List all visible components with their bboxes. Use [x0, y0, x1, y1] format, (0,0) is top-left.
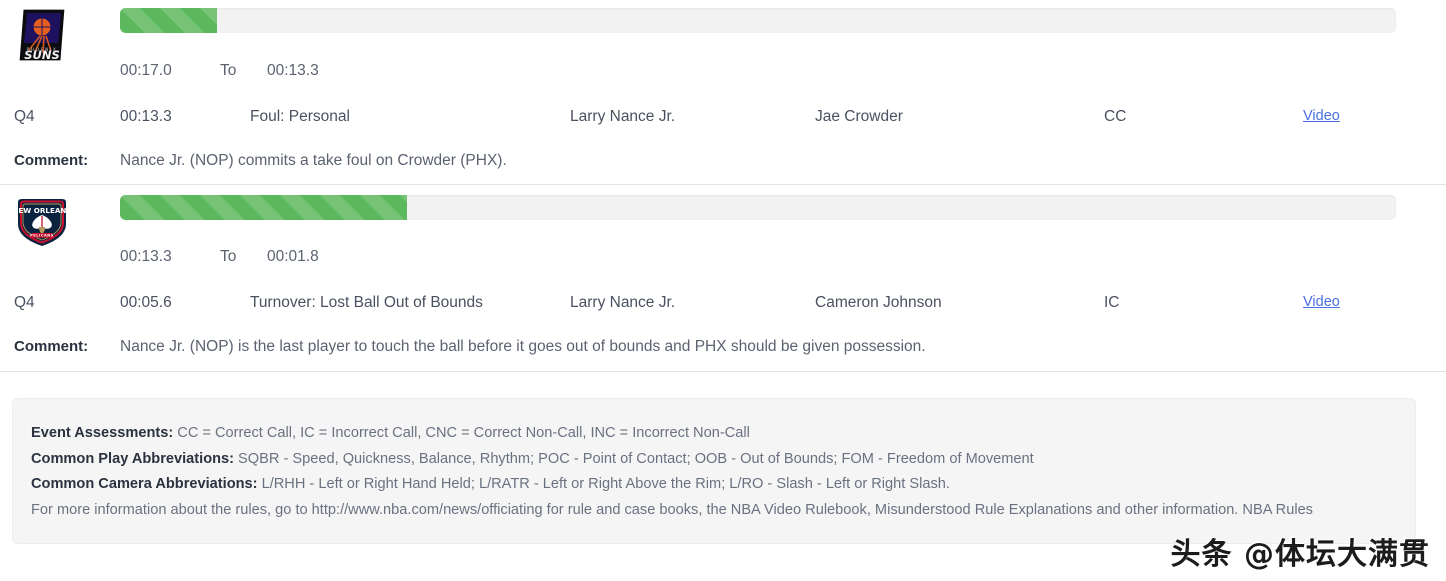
svg-text:NEW ORLEANS: NEW ORLEANS — [14, 206, 70, 215]
legend-more-information: For more information about the rules, go… — [31, 501, 1313, 518]
event-disadvantaged-player: Cameron Johnson — [815, 294, 942, 311]
event-committing-player: Larry Nance Jr. — [570, 294, 676, 311]
event-assessment: CC — [1104, 108, 1127, 125]
legend-play-abbreviations-label: Common Play Abbreviations: — [31, 450, 234, 467]
range-to-label: To — [220, 248, 237, 265]
progress-track — [120, 195, 1396, 220]
comment-label: Comment: — [14, 338, 89, 355]
watermark: 头条 @体坛大满贯 — [1170, 537, 1430, 572]
event-time-range-1: 00:17.0 To 00:13.3 — [120, 62, 319, 80]
event-time-range-2: 00:13.3 To 00:01.8 — [120, 248, 319, 266]
event-video-link[interactable]: Video — [1303, 294, 1340, 310]
legend-event-assessments-label: Event Assessments: — [31, 425, 174, 441]
event-time: 00:13.3 — [120, 108, 172, 125]
legend-event-assessments: Event Assessments: CC = Correct Call, IC… — [31, 421, 1397, 447]
range-to-label: To — [220, 62, 237, 79]
legend-camera-abbreviations-label: Common Camera Abbreviations: — [31, 476, 258, 492]
event-period: Q4 — [14, 108, 35, 125]
new-orleans-pelicans-logo: NEW ORLEANS PELICANS — [14, 199, 70, 246]
legend-camera-abbreviations-text: L/RHH - Left or Right Hand Held; L/RATR … — [257, 476, 950, 492]
legend-camera-abbreviations: Common Camera Abbreviations: L/RHH - Lef… — [31, 472, 1397, 498]
phoenix-suns-logo: PHOENIX SUNS — [18, 8, 66, 62]
event-timeline-bar-1 — [120, 8, 1396, 33]
progress-fill — [120, 195, 408, 220]
legend-event-assessments-text: CC = Correct Call, IC = Incorrect Call, … — [173, 425, 750, 441]
event-assessment: IC — [1104, 294, 1120, 311]
range-start: 00:13.3 — [120, 248, 172, 265]
event-call-type: Turnover: Lost Ball Out of Bounds — [250, 294, 483, 311]
progress-track — [120, 8, 1396, 33]
comment-text: Nance Jr. (NOP) commits a take foul on C… — [120, 152, 507, 169]
event-video-link[interactable]: Video — [1303, 108, 1340, 124]
progress-fill — [120, 8, 217, 33]
legend-panel: Event Assessments: CC = Correct Call, IC… — [12, 398, 1416, 544]
range-end: 00:01.8 — [267, 248, 319, 265]
event-divider-2 — [0, 371, 1446, 372]
legend-play-abbreviations: Common Play Abbreviations: SQBR - Speed,… — [31, 447, 1397, 473]
team-logo-new-orleans-pelicans: NEW ORLEANS PELICANS — [12, 196, 72, 248]
event-time: 00:05.6 — [120, 294, 172, 311]
event-timeline-bar-2 — [120, 195, 1396, 220]
event-divider-1 — [0, 184, 1446, 185]
event-disadvantaged-player: Jae Crowder — [815, 108, 903, 125]
comment-label: Comment: — [14, 152, 89, 169]
event-call-type: Foul: Personal — [250, 108, 350, 125]
event-period: Q4 — [14, 294, 35, 311]
comment-text: Nance Jr. (NOP) is the last player to to… — [120, 338, 926, 355]
range-start: 00:17.0 — [120, 62, 172, 79]
svg-text:PELICANS: PELICANS — [30, 234, 54, 238]
legend-play-abbreviations-text: SQBR - Speed, Quickness, Balance, Rhythm… — [234, 450, 1034, 467]
team-logo-phoenix-suns: PHOENIX SUNS — [12, 6, 72, 64]
svg-text:SUNS: SUNS — [24, 48, 60, 62]
range-end: 00:13.3 — [267, 62, 319, 79]
event-committing-player: Larry Nance Jr. — [570, 108, 676, 125]
officiating-last-two-minute-report: PHOENIX SUNS 00:17.0 To 00:13.3 Q4 00:13.3… — [0, 0, 1446, 581]
